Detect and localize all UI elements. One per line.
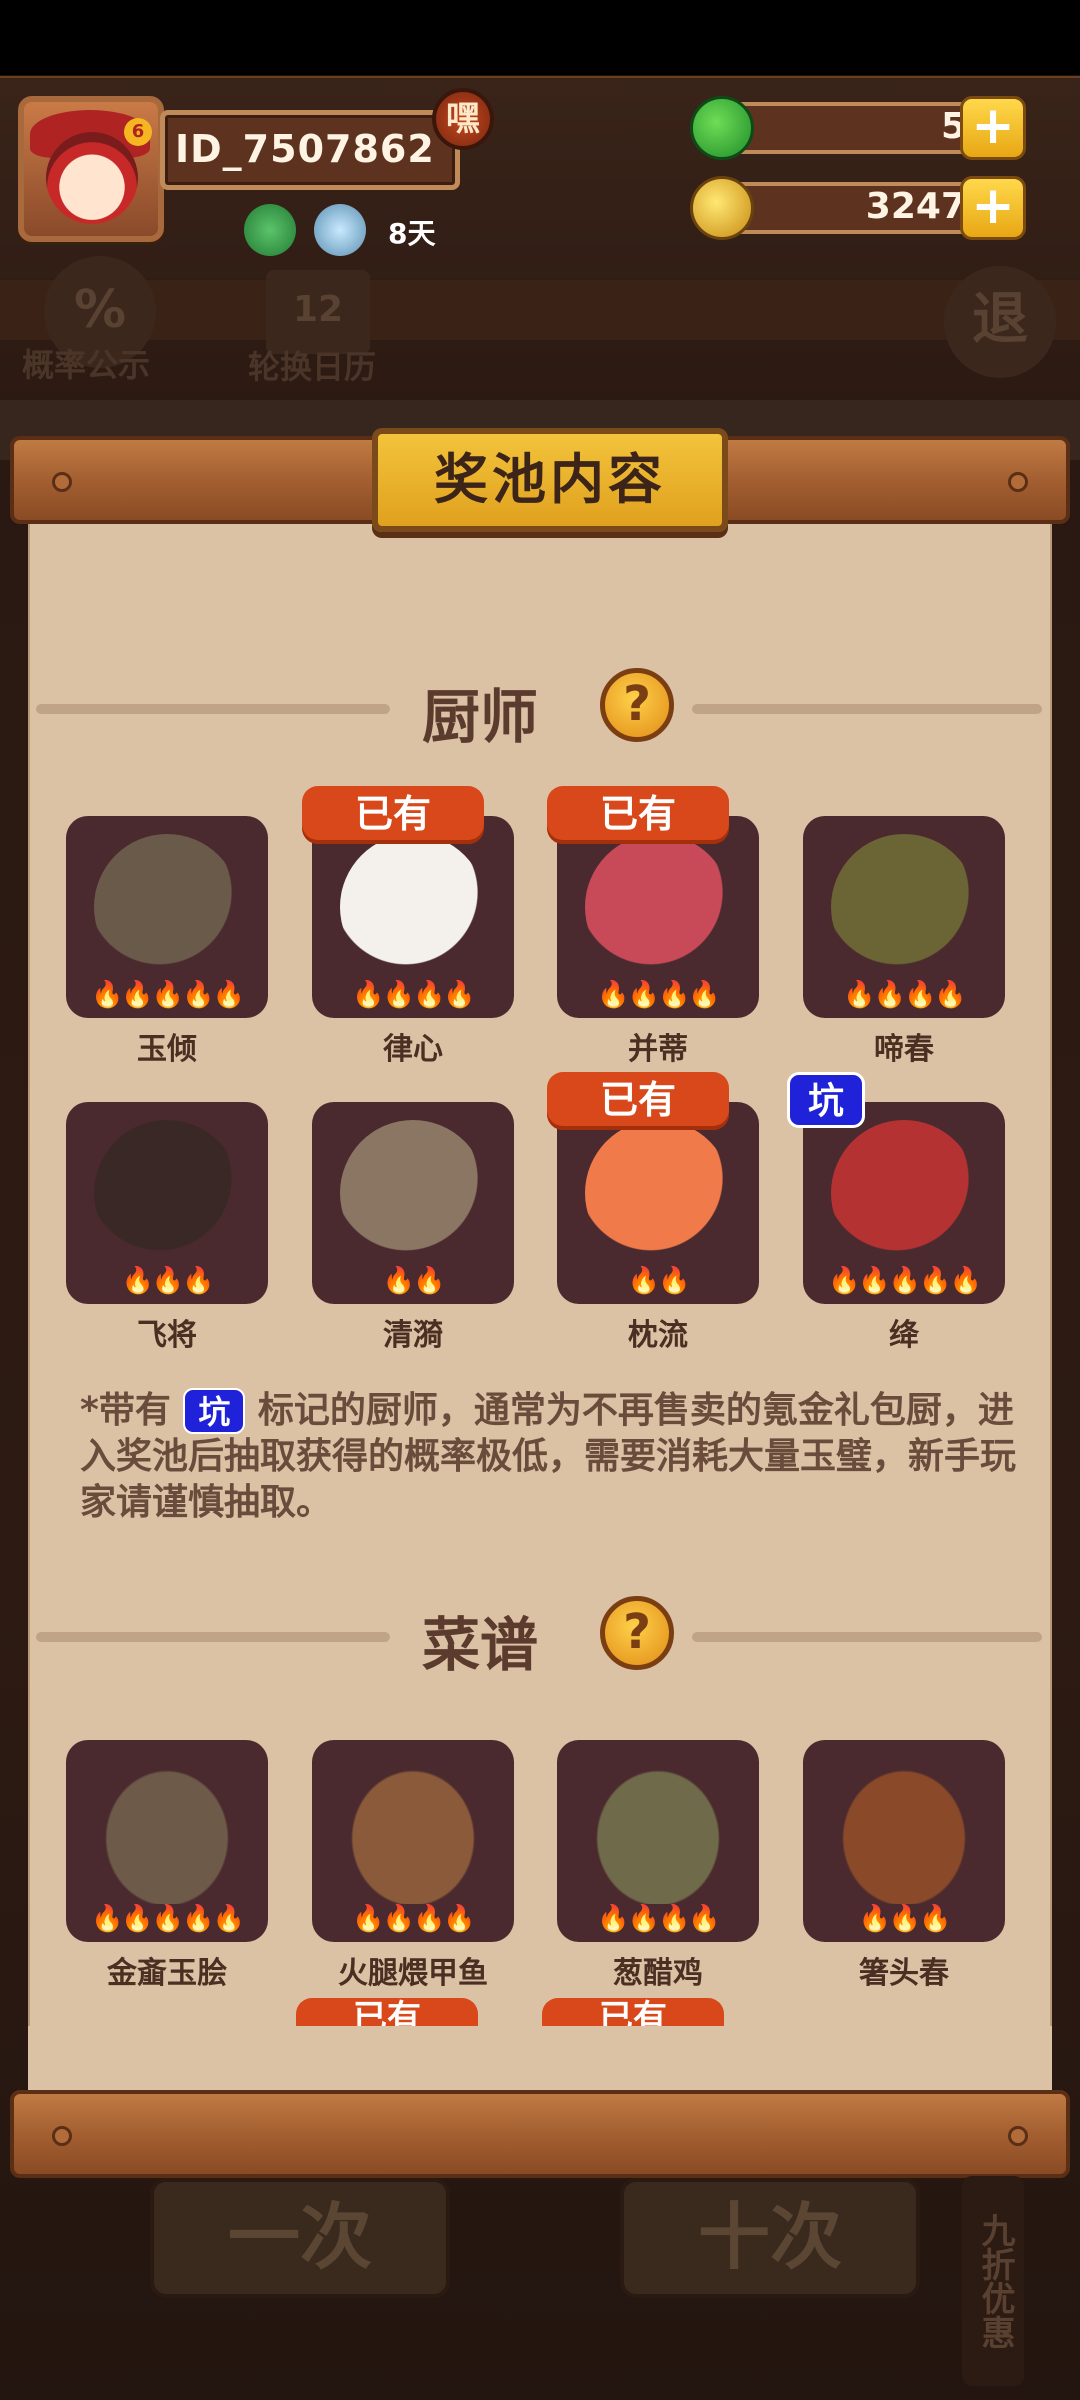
recipe-card[interactable]: 🔥🔥🔥🔥🔥 (66, 1740, 268, 1942)
chef-portrait (340, 1120, 486, 1266)
chef-portrait (831, 834, 977, 980)
panel-bottom-beam (10, 2090, 1070, 2178)
chef-name: 律心 (383, 1032, 443, 1067)
recipe-dish-image (831, 1758, 977, 1904)
recipe-card[interactable]: 🔥🔥🔥🔥 (557, 1740, 759, 1942)
calendar-number: 12 (292, 289, 344, 330)
recipe-owned-tag-partial: 已有 (296, 1998, 478, 2028)
recipe-help-icon[interactable]: ? (600, 1596, 674, 1670)
recipe-rarity-flames: 🔥🔥🔥 (858, 1904, 951, 1934)
recipe-card[interactable]: 🔥🔥🔥🔥 (312, 1740, 514, 1942)
chef-name: 啼春 (874, 1032, 934, 1067)
calendar-label[interactable]: 轮换日历 (248, 342, 376, 388)
chef-rarity-flames: 🔥🔥🔥🔥🔥 (828, 1266, 982, 1296)
chef-card[interactable]: 🔥🔥🔥 (66, 1102, 268, 1304)
chef-portrait (585, 1120, 731, 1266)
coin-count: 3247 (865, 186, 966, 227)
jade-counter: 5 + (690, 96, 1026, 160)
recipe-rarity-flames: 🔥🔥🔥🔥 (597, 1904, 721, 1934)
chef-rarity-flames: 🔥🔥🔥 (121, 1266, 214, 1296)
pit-tag: 坑 (787, 1072, 865, 1128)
panel-title: 奖池内容 (434, 448, 666, 511)
speed-icon[interactable] (314, 204, 366, 256)
chef-rarity-flames: 🔥🔥🔥🔥🔥 (91, 980, 245, 1010)
chef-name: 玉倾 (137, 1032, 197, 1067)
chef-name: 绛 (889, 1318, 919, 1353)
owned-tag: 已有 (547, 786, 729, 844)
exit-label: 退 (972, 287, 1028, 352)
add-jade-button[interactable]: + (960, 96, 1026, 160)
probability-label[interactable]: 概率公示 (22, 340, 150, 386)
add-coin-button[interactable]: + (960, 176, 1026, 240)
owned-tag: 已有 (302, 786, 484, 844)
panel-fade (28, 2026, 1052, 2090)
hey-badge-button[interactable]: 嘿 (432, 88, 494, 150)
recipe-section-header: 菜谱 ? (28, 1594, 1052, 1679)
recipe-rarity-flames: 🔥🔥🔥🔥 (352, 1904, 476, 1934)
chef-card[interactable]: 🔥🔥🔥🔥 (803, 816, 1005, 1018)
discount-label: 九折优惠 (962, 2176, 1024, 2386)
owned-tag: 已有 (547, 1072, 729, 1130)
recipe-name: 葱醋鸡 (613, 1956, 703, 1991)
recipe-section-title: 菜谱 (421, 1611, 538, 1679)
chef-section-header: 厨师 ? (28, 666, 1052, 751)
chef-rarity-flames: 🔥🔥🔥🔥 (843, 980, 967, 1010)
coin-icon (690, 176, 754, 240)
chef-portrait (340, 834, 486, 980)
chef-name: 并蒂 (628, 1032, 688, 1067)
player-avatar[interactable]: 6 (18, 96, 164, 242)
chef-name: 枕流 (628, 1318, 688, 1353)
chef-section-title: 厨师 (421, 683, 538, 751)
player-id: ID_7507862 (175, 127, 435, 171)
recipe-name: 箸头春 (859, 1956, 949, 1991)
probability-symbol: % (73, 280, 127, 340)
recipe-owned-tag-partial: 已有 (542, 1998, 724, 2028)
ten-draw-button[interactable]: 十次 (620, 2178, 920, 2298)
pit-note-prefix: *带有 (80, 1390, 171, 1431)
chef-portrait (585, 834, 731, 980)
player-id-box[interactable]: ID_7507862 (160, 110, 460, 190)
coin-counter: 3247 + (690, 176, 1026, 240)
chef-name: 清漪 (383, 1318, 443, 1353)
pit-note: *带有 坑 标记的厨师，通常为不再售卖的氪金礼包厨，进入奖池后抽取获得的概率极低… (80, 1388, 1020, 1526)
single-draw-button[interactable]: 一次 (150, 2178, 450, 2298)
buff-icon[interactable] (244, 204, 296, 256)
recipe-rarity-flames: 🔥🔥🔥🔥🔥 (91, 1904, 245, 1934)
recipe-card[interactable]: 🔥🔥🔥 (803, 1740, 1005, 1942)
chef-card[interactable]: 🔥🔥 (557, 1102, 759, 1304)
chef-name: 飞将 (137, 1318, 197, 1353)
recipe-dish-image (94, 1758, 240, 1904)
chef-rarity-flames: 🔥🔥 (382, 1266, 446, 1296)
chef-portrait (94, 834, 240, 980)
days-remaining: 8天 (388, 217, 436, 250)
recipe-dish-image (585, 1758, 731, 1904)
chef-rarity-flames: 🔥🔥🔥🔥 (352, 980, 476, 1010)
chef-card[interactable]: 🔥🔥🔥🔥 (312, 816, 514, 1018)
exit-button[interactable]: 退 (944, 266, 1056, 378)
recipe-dish-image (340, 1758, 486, 1904)
panel-title-plate: 奖池内容 (372, 428, 728, 532)
chef-rarity-flames: 🔥🔥🔥🔥 (597, 980, 721, 1010)
chef-portrait (94, 1120, 240, 1266)
chef-card[interactable]: 🔥🔥🔥🔥🔥 (66, 816, 268, 1018)
pit-note-tag: 坑 (183, 1388, 246, 1434)
chef-help-icon[interactable]: ? (600, 668, 674, 742)
chef-card[interactable]: 🔥🔥 (312, 1102, 514, 1304)
jade-count: 5 (940, 106, 966, 147)
chef-rarity-flames: 🔥🔥 (627, 1266, 691, 1296)
chef-portrait (831, 1120, 977, 1266)
jade-icon (690, 96, 754, 160)
avatar-badge-icon: 6 (124, 118, 152, 146)
chef-card[interactable]: 🔥🔥🔥🔥🔥 (803, 1102, 1005, 1304)
recipe-name: 金齑玉脍 (107, 1956, 227, 1991)
chef-card[interactable]: 🔥🔥🔥🔥 (557, 816, 759, 1018)
recipe-name: 火腿煨甲鱼 (338, 1956, 488, 1991)
